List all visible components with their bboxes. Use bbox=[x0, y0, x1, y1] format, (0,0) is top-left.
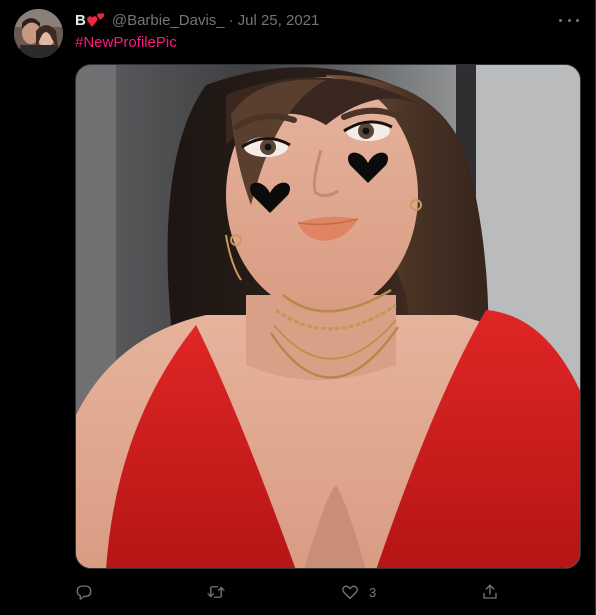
user-handle[interactable]: @Barbie_Davis_ bbox=[112, 12, 225, 29]
hashtag-link[interactable]: #NewProfilePic bbox=[75, 34, 177, 51]
separator-dot: · bbox=[228, 11, 234, 29]
like-button[interactable]: 3 bbox=[341, 579, 376, 605]
reply-icon bbox=[75, 583, 93, 601]
two-hearts-emoji bbox=[86, 12, 106, 28]
share-button[interactable] bbox=[481, 579, 509, 605]
retweet-icon bbox=[206, 583, 226, 601]
like-count: 3 bbox=[369, 584, 377, 600]
tweet-actions: 3 bbox=[75, 579, 505, 605]
share-icon bbox=[481, 583, 499, 601]
tweet-header: B @Barbie_Davis_ · Jul 25, 2021 bbox=[75, 10, 319, 30]
tweet-text: #NewProfilePic bbox=[75, 34, 177, 52]
reply-button[interactable] bbox=[75, 579, 103, 605]
display-name[interactable]: B bbox=[75, 12, 86, 29]
heart-icon bbox=[341, 583, 359, 601]
more-dots-icon[interactable] bbox=[559, 12, 579, 28]
tweet-card[interactable]: B @Barbie_Davis_ · Jul 25, 2021 #NewProf… bbox=[0, 0, 596, 615]
tweet-photo[interactable] bbox=[75, 64, 581, 569]
tweet-date[interactable]: Jul 25, 2021 bbox=[238, 12, 320, 29]
retweet-button[interactable] bbox=[206, 579, 236, 605]
avatar[interactable] bbox=[14, 9, 63, 58]
